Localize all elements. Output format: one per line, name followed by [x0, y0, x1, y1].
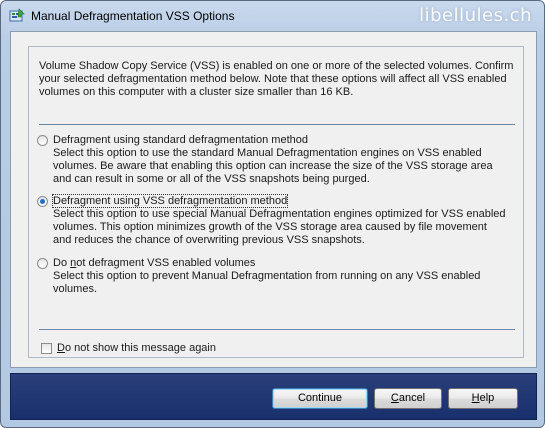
continue-button[interactable]: Continue: [272, 388, 368, 409]
separator-top: [39, 124, 515, 125]
label-mnemonic: D: [57, 342, 65, 354]
radio-do-not-defragment[interactable]: [37, 258, 48, 269]
watermark: libellules.ch: [419, 5, 532, 26]
option-standard-description: Select this option to use the standard M…: [53, 147, 493, 185]
button-mnemonic: H: [471, 392, 480, 404]
label-suffix: ot defragment VSS enabled volumes: [76, 257, 256, 269]
label-rest: o not show this message again: [64, 342, 216, 354]
help-button[interactable]: Help: [448, 388, 518, 409]
intro-text: Volume Shadow Copy Service (VSS) is enab…: [39, 60, 514, 98]
defrag-app-icon: [9, 8, 25, 22]
button-label-rest: ancel: [398, 392, 426, 404]
radio-standard-method[interactable]: [37, 135, 48, 146]
option-do-not-defragment-description: Select this option to prevent Manual Def…: [53, 270, 481, 295]
option-vss-description: Select this option to use special Manual…: [53, 208, 506, 246]
separator-bottom: [39, 329, 515, 330]
button-label-rest: elp: [479, 392, 495, 404]
options-panel: Volume Shadow Copy Service (VSS) is enab…: [28, 46, 524, 358]
cancel-button[interactable]: Cancel: [374, 388, 442, 409]
option-do-not-defragment-label[interactable]: Do not defragment VSS enabled volumes: [53, 257, 255, 269]
dialog-content: Volume Shadow Copy Service (VSS) is enab…: [10, 31, 537, 368]
button-bar: Continue Cancel Help: [10, 373, 537, 420]
radio-vss-method[interactable]: [37, 196, 48, 207]
label-prefix: Do: [53, 257, 71, 269]
window-title: Manual Defragmentation VSS Options: [31, 9, 235, 23]
title-bar[interactable]: Manual Defragmentation VSS Options libel…: [1, 1, 544, 31]
option-vss-label[interactable]: Defragment using VSS defragmentation met…: [51, 194, 289, 208]
dont-show-again-checkbox[interactable]: [41, 343, 52, 354]
dont-show-again-label[interactable]: Do not show this message again: [57, 342, 216, 354]
option-standard-label[interactable]: Defragment using standard defragmentatio…: [53, 134, 308, 146]
button-mnemonic: C: [390, 392, 399, 404]
dialog-window: Manual Defragmentation VSS Options libel…: [0, 0, 545, 428]
